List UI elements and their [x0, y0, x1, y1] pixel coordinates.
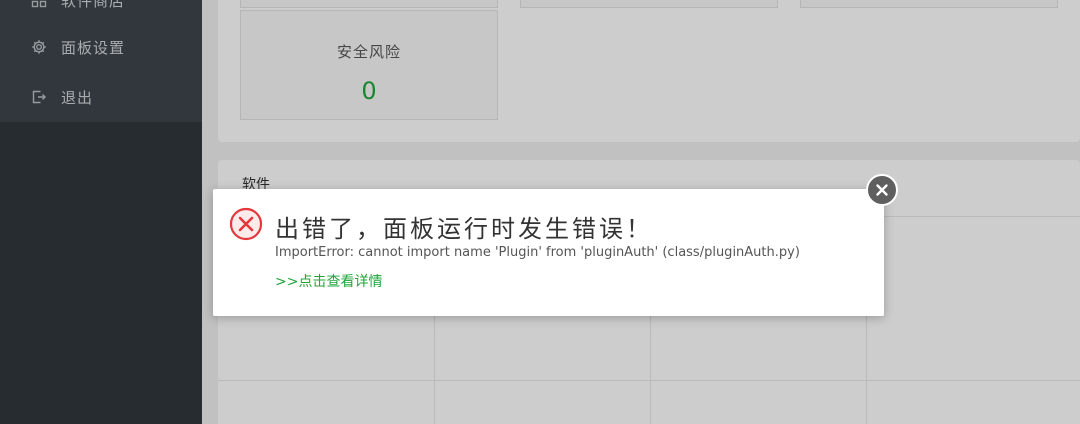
close-icon: [876, 184, 888, 196]
error-dialog: 出错了，面板运行时发生错误！ ImportError: cannot impor…: [213, 189, 884, 316]
error-circle-icon: [229, 207, 263, 241]
error-title: 出错了，面板运行时发生错误！: [275, 215, 653, 243]
close-dialog-button[interactable]: [866, 174, 898, 206]
error-message: ImportError: cannot import name 'Plugin'…: [275, 245, 800, 260]
view-details-link[interactable]: >>点击查看详情: [275, 271, 382, 291]
bt-panel-page: 软件商店 面板设置 退出 安全风险 0 软件 出错了，面板运行时发生错误！ Im…: [0, 0, 1080, 424]
